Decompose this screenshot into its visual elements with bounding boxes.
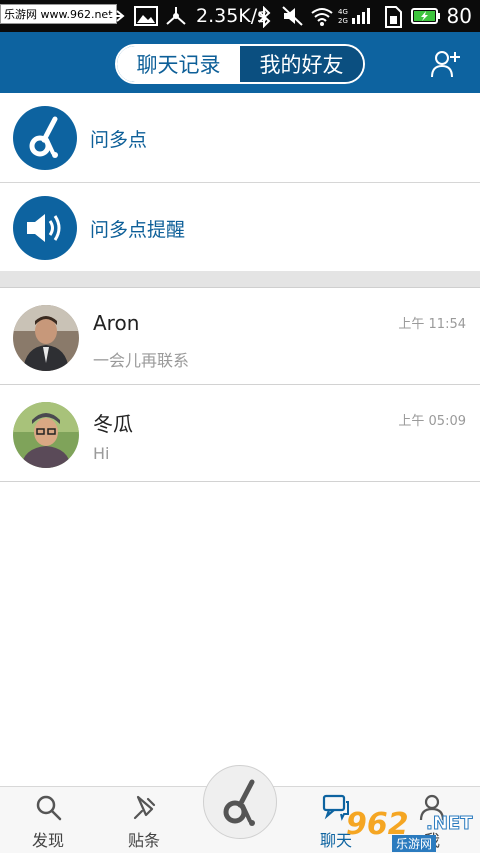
- status-bar: 12:15 乐游网 www.962.net 2.35K/s 4G2G 80: [0, 0, 480, 32]
- service-label: 问多点提醒: [90, 219, 186, 241]
- nav-label: 发现: [31, 831, 64, 850]
- nav-posts[interactable]: 贴条: [104, 787, 184, 853]
- header-bar: 聊天记录 我的好友: [0, 32, 480, 93]
- section-divider: [0, 271, 480, 288]
- watermark-sub: 乐游网: [392, 835, 437, 852]
- svg-text:2G: 2G: [338, 17, 348, 25]
- avatar: [13, 402, 79, 468]
- sim-icon: [385, 6, 402, 28]
- tab-chat-history[interactable]: 聊天记录: [117, 46, 240, 82]
- bell-icon: [133, 795, 156, 820]
- mute-icon: [282, 6, 303, 26]
- screen: 12:15 乐游网 www.962.net 2.35K/s 4G2G 80 聊天…: [0, 0, 480, 853]
- last-message: 一会儿再联系: [93, 351, 190, 370]
- contact-name: Aron: [93, 311, 140, 335]
- search-icon: [36, 795, 62, 821]
- app-logo-icon: [223, 779, 255, 826]
- service-label: 问多点: [90, 129, 148, 151]
- contact-name: 冬瓜: [93, 412, 133, 436]
- last-message: Hi: [93, 444, 110, 463]
- share-icon: [166, 7, 186, 25]
- nav-label: 贴条: [127, 831, 160, 850]
- chat-row[interactable]: Aron 一会儿再联系 上午 11:54: [0, 289, 480, 385]
- add-friend-icon[interactable]: [430, 48, 462, 80]
- watermark-logo: 962 .NET 乐游网: [326, 807, 476, 852]
- chat-row[interactable]: 冬瓜 Hi 上午 05:09: [0, 386, 480, 482]
- watermark-net: .NET: [425, 813, 473, 835]
- tab-my-friends[interactable]: 我的好友: [240, 46, 363, 82]
- image-icon: [134, 6, 158, 26]
- wifi-icon: [311, 8, 333, 26]
- speaker-icon: [13, 196, 77, 260]
- bluetooth-icon: [258, 6, 271, 28]
- avatar: [13, 305, 79, 371]
- message-time: 上午 11:54: [398, 317, 466, 332]
- message-time: 上午 05:09: [398, 414, 466, 429]
- segmented-control: 聊天记录 我的好友: [115, 44, 365, 84]
- battery-icon: [411, 8, 440, 24]
- service-row-reminder[interactable]: 问多点提醒: [0, 183, 480, 273]
- watermark-top: 乐游网 www.962.net: [0, 4, 117, 24]
- nav-discover[interactable]: 发现: [8, 787, 88, 853]
- service-row-wenduodian[interactable]: 问多点: [0, 93, 480, 183]
- usb-icon: [105, 10, 125, 22]
- app-logo-icon: [13, 106, 77, 170]
- signal-icon: 4G2G: [338, 8, 370, 25]
- svg-text:4G: 4G: [338, 8, 348, 16]
- battery-level: 80: [446, 4, 472, 28]
- center-action-button[interactable]: [203, 765, 277, 839]
